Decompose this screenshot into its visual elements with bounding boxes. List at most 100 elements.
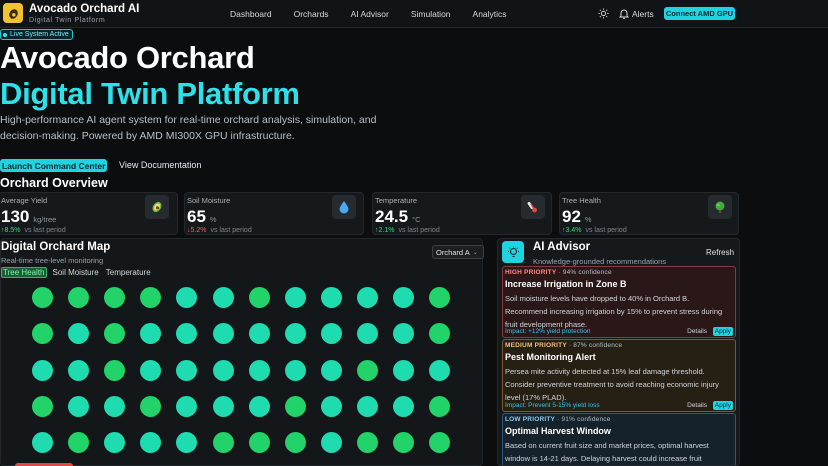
tree-marker[interactable] <box>393 359 414 381</box>
tree-marker[interactable] <box>104 323 126 345</box>
tree-marker[interactable] <box>393 323 414 345</box>
tree-marker[interactable] <box>320 323 342 345</box>
tree-marker[interactable] <box>356 287 378 308</box>
nav-links: Dashboard Orchards AI Advisor Simulation… <box>230 9 529 19</box>
tree-grid <box>1 239 484 466</box>
tree-marker[interactable] <box>284 323 306 345</box>
tree-marker[interactable] <box>176 359 198 381</box>
tree-marker[interactable] <box>356 323 378 345</box>
tree-marker[interactable] <box>320 287 342 308</box>
tree-marker[interactable] <box>429 359 451 381</box>
stat-card-temperature[interactable]: Temperature 24.5 °C ↑2.1% vs last period <box>372 192 552 235</box>
tree-marker[interactable] <box>68 323 90 345</box>
app-title[interactable]: Avocado Orchard AI <box>29 3 139 15</box>
stat-delta-value: ↑8.5% <box>1 227 21 234</box>
rec-priority-label: LOW PRIORITY <box>505 416 556 423</box>
tree-marker[interactable] <box>320 359 342 381</box>
rec-apply-button[interactable]: Apply <box>712 327 733 336</box>
tree-marker[interactable] <box>284 432 306 454</box>
rec-priority-label: HIGH PRIORITY <box>505 269 557 276</box>
tree-marker[interactable] <box>248 395 270 417</box>
hero-description: High-performance AI agent system for rea… <box>0 114 377 142</box>
tree-marker[interactable] <box>320 432 342 454</box>
tree-marker[interactable] <box>176 287 198 308</box>
tree-marker[interactable] <box>32 395 53 417</box>
tree-marker[interactable] <box>248 432 270 454</box>
recommendation-card-low[interactable]: LOW PRIORITY · 91% confidence Optimal Ha… <box>502 413 736 465</box>
tree-marker[interactable] <box>176 432 198 454</box>
tree-marker[interactable] <box>429 323 451 345</box>
nav-link-analytics[interactable]: Analytics <box>473 9 507 19</box>
tree-marker[interactable] <box>429 395 451 417</box>
rec-apply-button[interactable]: Apply <box>712 401 733 410</box>
nav-link-simulation[interactable]: Simulation <box>411 9 451 19</box>
tree-marker[interactable] <box>212 395 234 417</box>
launch-command-center-button[interactable]: Launch Command Center <box>0 159 108 172</box>
tree-marker[interactable] <box>140 395 162 417</box>
tree-marker[interactable] <box>356 359 378 381</box>
rec-priority: LOW PRIORITY · 91% confidence <box>505 416 611 423</box>
tree-marker[interactable] <box>356 432 378 454</box>
stat-card-soil-moisture[interactable]: Soil Moisture 65% ↓5.2% vs last period <box>184 192 364 235</box>
tree-marker[interactable] <box>140 323 162 345</box>
stat-delta: ↑3.4% vs last period <box>562 227 627 234</box>
tree-marker[interactable] <box>140 287 162 308</box>
tree-marker[interactable] <box>32 323 53 345</box>
tree-marker[interactable] <box>104 359 126 381</box>
thermometer-icon <box>521 195 545 219</box>
tree-marker[interactable] <box>212 323 234 345</box>
alerts-link[interactable]: Alerts <box>632 9 654 19</box>
live-status-text: Live System Active <box>10 31 69 38</box>
tree-marker[interactable] <box>32 287 53 308</box>
tree-marker[interactable] <box>140 359 162 381</box>
recommendation-card-medium[interactable]: MEDIUM PRIORITY · 87% confidence Pest Mo… <box>502 339 736 412</box>
avocado-logo-icon[interactable] <box>3 3 23 23</box>
tree-marker[interactable] <box>32 432 53 454</box>
tree-marker[interactable] <box>212 359 234 381</box>
tree-marker[interactable] <box>32 359 53 381</box>
stat-card-yield[interactable]: Average Yield 130 kg/tree ↑8.5% vs last pe… <box>0 192 178 235</box>
live-dot-icon <box>3 32 7 37</box>
hero-title-line2: Digital Twin Platform <box>0 76 300 111</box>
tree-marker[interactable] <box>393 287 414 308</box>
tree-marker[interactable] <box>68 287 90 308</box>
connect-gpu-button[interactable]: Connect AMD GPU <box>664 7 735 20</box>
digital-orchard-map-panel: Digital Orchard Map Real-time tree-level… <box>0 238 484 466</box>
tree-marker[interactable] <box>212 287 234 308</box>
stat-card-tree-health[interactable]: Tree Health 92% ↑3.4% vs last period <box>559 192 739 235</box>
view-documentation-button[interactable]: View Documentation <box>119 160 201 170</box>
tree-marker[interactable] <box>429 432 451 454</box>
tree-marker[interactable] <box>393 395 414 417</box>
stat-value: 24.5 °C <box>375 207 421 227</box>
rec-confidence: 87% confidence <box>573 342 623 349</box>
rec-details-link[interactable]: Details <box>687 328 707 335</box>
tree-marker[interactable] <box>393 432 414 454</box>
nav-link-orchards[interactable]: Orchards <box>294 9 329 19</box>
tree-marker[interactable] <box>212 432 234 454</box>
tree-marker[interactable] <box>248 359 270 381</box>
sun-icon[interactable] <box>598 8 609 19</box>
tree-marker[interactable] <box>284 287 306 308</box>
refresh-button[interactable]: Refresh <box>706 248 734 257</box>
tree-marker[interactable] <box>104 432 126 454</box>
tree-marker[interactable] <box>104 287 126 308</box>
tree-marker[interactable] <box>140 432 162 454</box>
tree-marker[interactable] <box>284 359 306 381</box>
tree-marker[interactable] <box>68 359 90 381</box>
bell-icon[interactable] <box>619 8 629 19</box>
rec-details-link[interactable]: Details <box>687 402 707 409</box>
tree-marker[interactable] <box>104 395 126 417</box>
tree-marker[interactable] <box>248 323 270 345</box>
tree-marker[interactable] <box>284 395 306 417</box>
tree-marker[interactable] <box>68 432 90 454</box>
nav-link-dashboard[interactable]: Dashboard <box>230 9 272 19</box>
tree-marker[interactable] <box>320 395 342 417</box>
tree-marker[interactable] <box>356 395 378 417</box>
tree-marker[interactable] <box>176 323 198 345</box>
tree-marker[interactable] <box>429 287 451 308</box>
tree-marker[interactable] <box>176 395 198 417</box>
tree-marker[interactable] <box>248 287 270 308</box>
nav-link-ai-advisor[interactable]: AI Advisor <box>351 9 389 19</box>
recommendation-card-high[interactable]: HIGH PRIORITY · 94% confidence Increase … <box>502 266 736 338</box>
tree-marker[interactable] <box>68 395 90 417</box>
